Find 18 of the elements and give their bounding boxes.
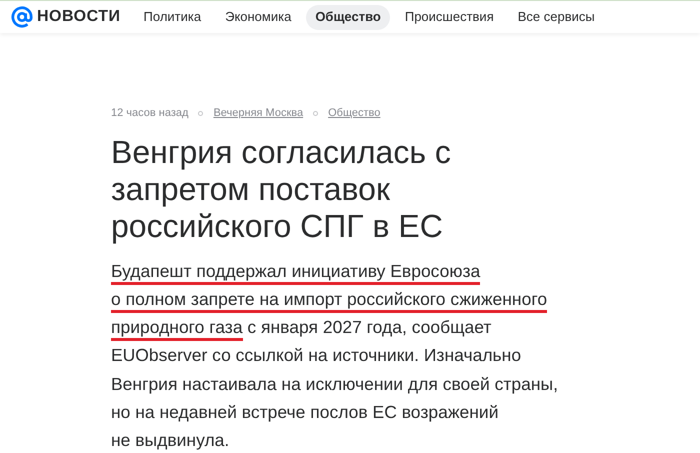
logo-text[interactable]: НОВОСТИ (37, 5, 121, 29)
article-line: но на недавней встрече послов ЕС возражений (111, 400, 500, 424)
category-link[interactable]: Общество (328, 105, 380, 122)
article-line: природного газа с января 2027 года, сообщает (111, 313, 700, 342)
article-line: Венгрия настаивала на исключении для своей страны, (111, 372, 559, 396)
article-line: не выдвинула. (111, 429, 230, 452)
nav-tab[interactable]: Общество (306, 4, 390, 30)
article-line: о полном запрете на импорт российского сжиженного (111, 284, 700, 314)
nav-tab[interactable]: Все сервисы (508, 4, 604, 30)
article-line: Будапешт поддержал инициативу Евросоюза (111, 256, 700, 285)
nav-tab[interactable]: Политика (134, 4, 210, 30)
source-link[interactable]: Вечерняя Москва (213, 105, 304, 122)
nav-tab[interactable]: Происшествия (396, 4, 503, 30)
at-sign-icon (11, 6, 33, 28)
time-ago: 12 часов назад (111, 106, 188, 121)
article-line: EUObserver со ссылкой на источники. Изначально (111, 344, 522, 368)
nav-tab[interactable]: Экономика (216, 4, 300, 30)
article-title: Венгрия согласилась с запретом поставок российского СПГ в ЕС (111, 134, 452, 244)
